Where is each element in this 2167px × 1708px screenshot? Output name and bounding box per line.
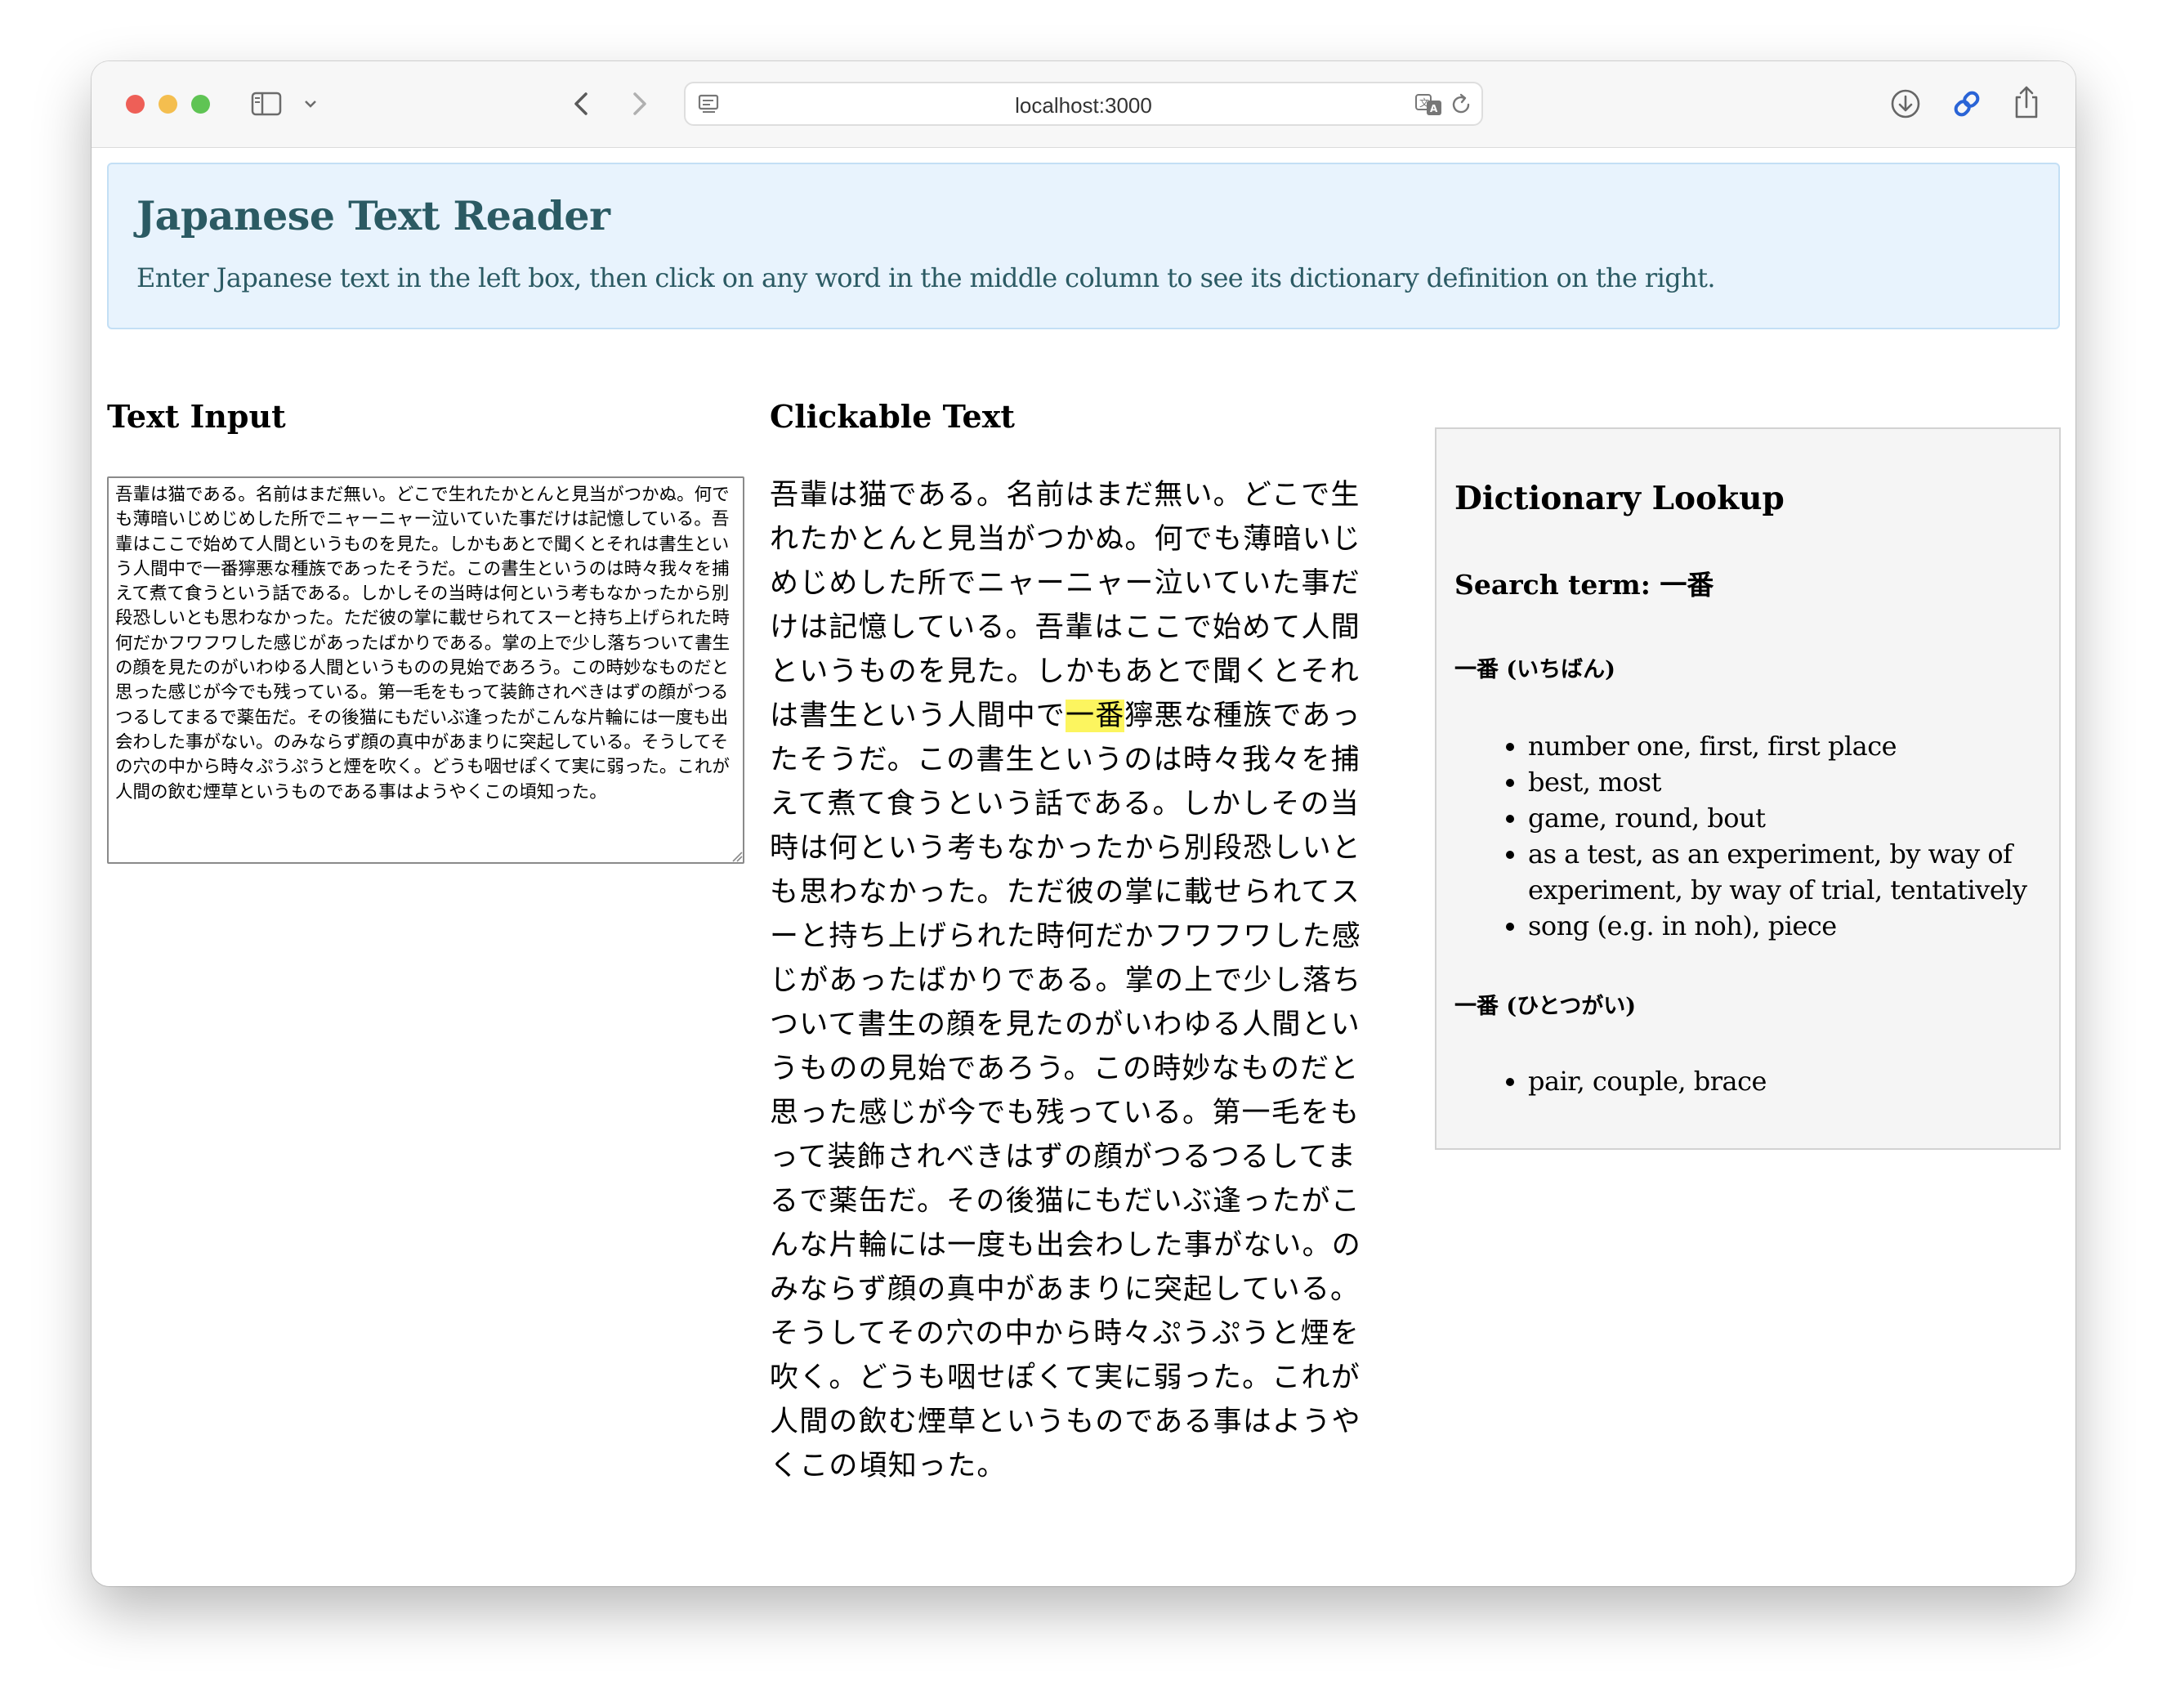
share-icon[interactable]: [2012, 83, 2041, 122]
text-input-heading: Text Input: [107, 398, 286, 435]
dictionary-entry-heading: 一番 (いちばん): [1454, 657, 1615, 682]
clickable-text-segment[interactable]: 吾輩は猫である。名前はまだ無い。どこで生れたかとんと見当がつかぬ。何でも薄暗いじ…: [770, 479, 1361, 732]
info-banner: Japanese Text Reader Enter Japanese text…: [107, 163, 2060, 329]
definition-item: game, round, bout: [1528, 800, 2035, 836]
link-icon[interactable]: [1950, 86, 1983, 122]
definition-list: pair, couple, brace: [1454, 1063, 2035, 1099]
browser-toolbar: localhost:3000 文A: [92, 61, 2075, 148]
minimize-window-button[interactable]: [159, 95, 177, 114]
back-arrow-icon[interactable]: [570, 87, 594, 120]
clickable-text-heading: Clickable Text: [770, 398, 1015, 435]
dictionary-entry-heading: 一番 (ひとつがい): [1454, 994, 1637, 1019]
dictionary-panel: Dictionary Lookup Search term: 一番 一番 (いち…: [1435, 427, 2061, 1150]
address-bar[interactable]: localhost:3000 文A: [684, 82, 1483, 126]
page-title: Japanese Text Reader: [136, 192, 610, 239]
reload-icon[interactable]: [1449, 92, 1473, 118]
chevron-down-icon[interactable]: [302, 92, 319, 115]
definition-item: best, most: [1528, 764, 2035, 800]
selected-word[interactable]: 一番: [1066, 700, 1125, 732]
definition-item: number one, first, first place: [1528, 728, 2035, 764]
page-content: Japanese Text Reader Enter Japanese text…: [92, 148, 2075, 1586]
clickable-text-segment[interactable]: 獰悪な種族であったそうだ。この書生というのは時々我々を捕えて煮て食うという話であ…: [770, 700, 1361, 1482]
resize-handle-icon[interactable]: [730, 849, 743, 862]
translate-icon[interactable]: 文A: [1414, 92, 1444, 118]
url-text[interactable]: localhost:3000: [686, 93, 1481, 118]
dictionary-heading: Dictionary Lookup: [1454, 480, 1785, 517]
forward-arrow-icon[interactable]: [627, 87, 651, 120]
definition-item: as a test, as an experiment, by way of e…: [1528, 836, 2035, 908]
sidebar-icon[interactable]: [251, 91, 282, 117]
definition-item: pair, couple, brace: [1528, 1063, 2035, 1099]
browser-window: localhost:3000 文A Japanese Text Reader E…: [92, 61, 2075, 1586]
download-icon[interactable]: [1889, 87, 1922, 120]
clickable-text-body[interactable]: 吾輩は猫である。名前はまだ無い。どこで生れたかとんと見当がつかぬ。何でも薄暗いじ…: [770, 473, 1376, 1488]
banner-description: Enter Japanese text in the left box, the…: [136, 262, 1716, 293]
japanese-text-input[interactable]: 吾輩は猫である。名前はまだ無い。どこで生れたかとんと見当がつかぬ。何でも薄暗いじ…: [107, 476, 744, 864]
definition-list: number one, first, first place best, mos…: [1454, 728, 2035, 944]
zoom-window-button[interactable]: [191, 95, 210, 114]
search-term: Search term: 一番: [1454, 569, 1714, 601]
definition-item: song (e.g. in noh), piece: [1528, 908, 2035, 944]
svg-text:A: A: [1430, 103, 1438, 114]
close-window-button[interactable]: [126, 95, 145, 114]
